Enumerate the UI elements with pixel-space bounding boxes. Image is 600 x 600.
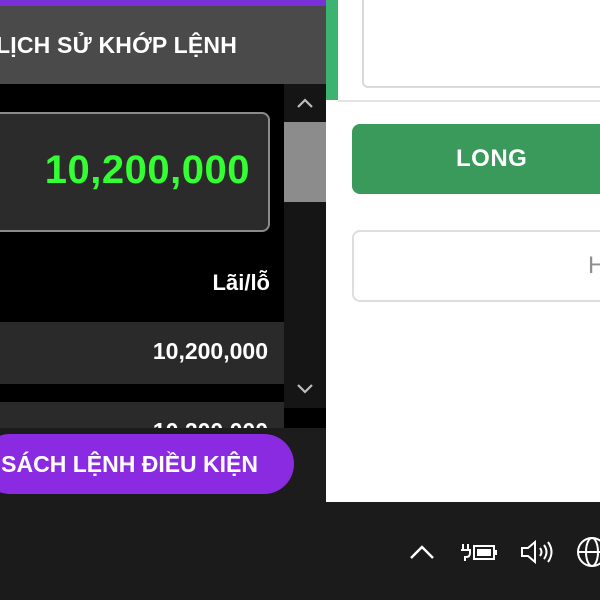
conditional-orders-strip: DANH SÁCH LỆNH ĐIỀU KIỆN (0, 428, 326, 502)
trade-history-title: LỊCH SỬ KHỚP LỆNH (0, 31, 238, 58)
long-button-label: LONG (456, 145, 528, 172)
panel-divider (338, 100, 600, 102)
vertical-scrollbar[interactable] (284, 84, 326, 408)
balance-card: 10,200,000 (0, 112, 270, 232)
trade-history-panel: LỊCH SỬ KHỚP LỆNH 10,200,000 Lãi/lỗ 10,2… (0, 0, 326, 502)
globe-icon (577, 537, 600, 567)
show-hidden-icons-button[interactable] (402, 532, 442, 572)
profit-loss-column-header: Lãi/lỗ (212, 270, 270, 295)
scrollbar-thumb[interactable] (284, 122, 326, 202)
order-input-box[interactable] (362, 0, 600, 88)
battery-charging-icon (461, 544, 497, 561)
conditional-orders-label: DANH SÁCH LỆNH ĐIỀU KIỆN (0, 450, 258, 477)
network-button[interactable] (572, 532, 600, 572)
table-row[interactable]: 10,200,000 (0, 402, 284, 428)
trade-history-header[interactable]: LỊCH SỬ KHỚP LỆNH (0, 6, 326, 84)
secondary-order-button-label: H (588, 252, 600, 280)
conditional-orders-button[interactable]: DANH SÁCH LỆNH ĐIỀU KIỆN (0, 434, 294, 494)
green-indicator-bar (326, 0, 338, 100)
profit-loss-value: 10,200,000 (153, 418, 268, 428)
volume-icon (521, 539, 553, 565)
chevron-down-icon (297, 384, 313, 394)
secondary-order-button[interactable]: H (352, 230, 600, 302)
scroll-down-button[interactable] (284, 372, 326, 406)
order-panel: LONG H (326, 0, 600, 502)
long-button[interactable]: LONG (352, 124, 600, 194)
balance-value: 10,200,000 (44, 148, 250, 192)
chevron-up-icon (297, 98, 313, 108)
taskbar (0, 502, 600, 600)
volume-button[interactable] (514, 532, 562, 572)
trade-history-scroll-area[interactable]: 10,200,000 Lãi/lỗ 10,200,000 10,200,000 (0, 84, 326, 428)
chevron-up-icon (410, 545, 434, 559)
table-row[interactable]: 10,200,000 (0, 322, 284, 384)
scroll-up-button[interactable] (284, 86, 326, 120)
battery-status-button[interactable] (456, 532, 504, 572)
profit-loss-value: 10,200,000 (152, 338, 268, 364)
